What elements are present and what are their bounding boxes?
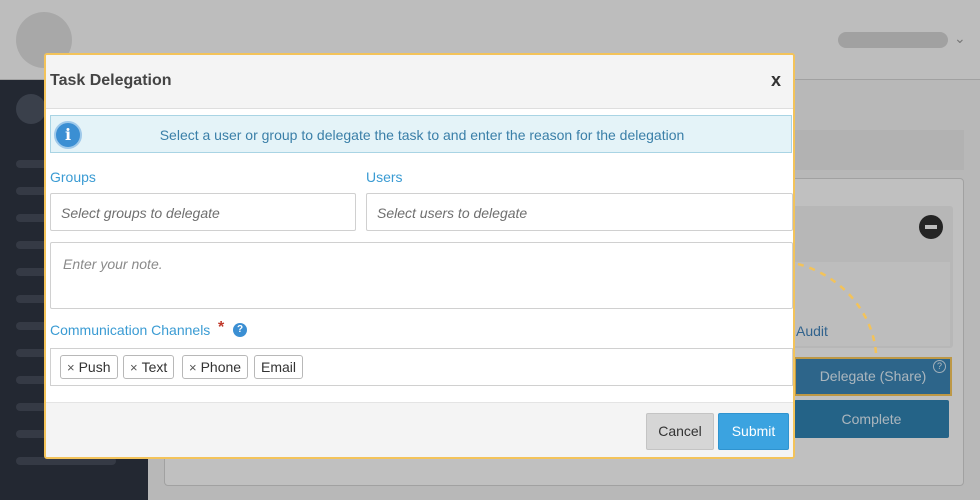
channel-tag-text: × Text (123, 355, 175, 379)
required-marker: * (218, 319, 225, 336)
communication-channels-select[interactable]: × Push × Text × Phone Email (50, 348, 793, 386)
note-textarea[interactable]: Enter your note. (50, 242, 793, 309)
channel-tag-label: Email (261, 359, 297, 375)
groups-placeholder: Select groups to delegate (61, 205, 220, 221)
users-select[interactable]: Select users to delegate (366, 193, 793, 231)
channel-tag-label: Phone (200, 359, 242, 375)
info-text: Select a user or group to delegate the t… (159, 127, 685, 143)
groups-label: Groups (50, 169, 96, 185)
help-icon[interactable]: ? (233, 323, 247, 337)
remove-tag-icon[interactable]: × (130, 360, 138, 375)
groups-select[interactable]: Select groups to delegate (50, 193, 356, 231)
users-label: Users (366, 169, 403, 185)
dialog-title: Task Delegation (50, 72, 172, 89)
remove-tag-icon[interactable]: × (67, 360, 75, 375)
cancel-button[interactable]: Cancel (646, 413, 714, 450)
info-banner: i Select a user or group to delegate the… (50, 115, 792, 153)
users-placeholder: Select users to delegate (377, 205, 528, 221)
channel-tag-push: × Push (60, 355, 118, 379)
communication-channels-label: Communication Channels (50, 322, 211, 338)
channel-tag-label: Push (78, 359, 111, 375)
channel-tag-email[interactable]: Email (254, 355, 304, 379)
dialog-header: Task Delegation x (46, 55, 793, 109)
note-placeholder: Enter your note. (63, 256, 163, 272)
close-icon[interactable]: x (766, 69, 786, 91)
channel-tag-label: Text (141, 359, 168, 375)
channel-tag-phone: × Phone (182, 355, 249, 379)
remove-tag-icon[interactable]: × (189, 360, 197, 375)
task-delegation-dialog: Task Delegation x i Select a user or gro… (44, 53, 795, 459)
dialog-footer: Cancel Submit (46, 402, 793, 457)
submit-button[interactable]: Submit (718, 413, 789, 450)
